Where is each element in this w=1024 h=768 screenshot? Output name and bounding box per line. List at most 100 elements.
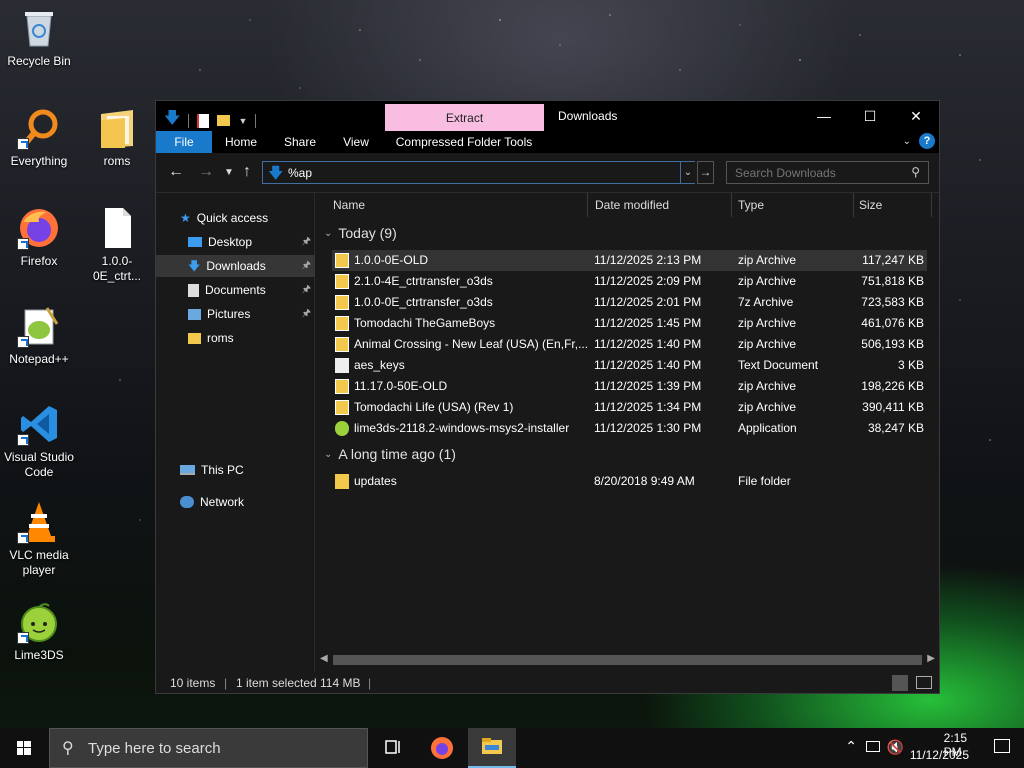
taskbar-search-box[interactable]: ⚲ Type here to search [49,728,368,768]
new-folder-icon[interactable] [217,115,231,126]
nav-item-label: Downloads [206,259,266,273]
file-explorer-window: 🡇 ▼ Extract Downloads — ☐ ✕ File Home Sh… [155,100,940,694]
nav-item-documents[interactable]: Documents 🖈 [188,279,315,301]
desktop-icon-file[interactable]: 1.0.0-0E_ctrt... [78,206,156,284]
close-button[interactable]: ✕ [893,101,939,131]
back-arrow-icon[interactable]: ← [168,163,184,181]
details-view-icon[interactable] [892,675,908,691]
scroll-right-icon[interactable]: ▶ [927,653,935,664]
column-header-date-modified[interactable]: Date modified [578,193,732,217]
tab-file[interactable]: File [156,131,212,153]
taskbar-file-explorer[interactable] [468,728,516,768]
desktop-icon-notepadpp[interactable]: Notepad++ [0,304,78,367]
column-header-size[interactable]: Size [854,193,932,217]
file-size: 751,818 KB [861,274,924,288]
properties-icon[interactable] [197,113,210,128]
search-input[interactable] [727,162,928,183]
file-name: Animal Crossing - New Leaf (USA) (En,Fr,… [354,337,589,351]
search-box[interactable]: ⚲ [726,161,929,184]
forward-arrow-icon[interactable]: → [198,163,214,181]
file-date: 11/12/2025 2:13 PM [594,253,702,267]
nav-item-network[interactable]: Network [180,491,310,513]
group-header-today[interactable]: ⌄ Today (9) [324,225,397,241]
table-row[interactable]: updates 8/20/2018 9:49 AM File folder [332,471,927,492]
go-arrow-icon[interactable]: → [697,161,714,184]
table-row[interactable]: 11.17.0-50E-OLD 11/12/2025 1:39 PM zip A… [332,376,927,397]
maximize-button[interactable]: ☐ [847,101,893,131]
nav-item-this-pc[interactable]: This PC [180,459,310,481]
tab-view[interactable]: View [338,131,374,153]
file-name: lime3ds-2118.2-windows-msys2-installer [354,421,570,435]
group-header-long-time-ago[interactable]: ⌄ A long time ago (1) [324,446,456,462]
tab-home[interactable]: Home [220,131,262,153]
address-input[interactable]: 🡇 %ap [262,161,681,184]
column-header-type[interactable]: Type [732,193,854,217]
expand-ribbon-icon[interactable]: ⌄ [903,136,911,147]
file-size: 461,076 KB [861,316,924,330]
star-icon: ★ [180,211,191,225]
address-dropdown-icon[interactable]: ⌄ [681,161,695,184]
table-row[interactable]: 1.0.0-0E-OLD 11/12/2025 2:13 PM zip Arch… [332,250,927,271]
customize-qat-icon[interactable]: ▼ [238,116,247,126]
scrollbar-thumb[interactable] [333,655,922,665]
file-size: 390,411 KB [862,400,924,414]
table-row[interactable]: 2.1.0-4E_ctrtransfer_o3ds 11/12/2025 2:0… [332,271,927,292]
help-icon[interactable]: ? [919,133,935,149]
file-explorer-icon [482,738,502,754]
horizontal-scrollbar[interactable]: ◀ ▶ [316,652,939,668]
desktop-icon-everything[interactable]: Everything [0,106,78,169]
table-row[interactable]: aes_keys 11/12/2025 1:40 PM Text Documen… [332,355,927,376]
clock-date[interactable]: 11/12/2025 [910,748,969,762]
file-size: 723,583 KB [861,295,924,309]
start-button[interactable] [0,728,48,768]
desktop-icon-roms[interactable]: roms [78,106,156,169]
file-date: 11/12/2025 1:34 PM [594,400,702,414]
minimize-button[interactable]: — [801,101,847,131]
notification-center-icon[interactable] [994,739,1010,753]
table-row[interactable]: 1.0.0-0E_ctrtransfer_o3ds 11/12/2025 2:0… [332,292,927,313]
desktop-icon-label: Lime3DS [14,648,64,662]
blank-file-icon [95,206,139,250]
pin-icon: 🖈 [301,284,311,295]
tab-share[interactable]: Share [280,131,320,153]
desktop-icon-vlc[interactable]: VLC media player [0,500,78,578]
desktop-icon-recycle-bin[interactable]: Recycle Bin [0,6,78,69]
folder-icon [95,106,139,150]
file-type: Text Document [738,358,819,372]
pin-icon: 🖈 [301,308,311,319]
vlc-icon [17,500,61,544]
table-row[interactable]: lime3ds-2118.2-windows-msys2-installer 1… [332,418,927,439]
desktop-icon-firefox[interactable]: Firefox [0,206,78,269]
file-date: 11/12/2025 2:01 PM [594,295,702,309]
up-arrow-icon[interactable]: ↑ [243,163,251,181]
explorer-body: ★ Quick access Desktop 🖈 🡇 Downloads 🖈 D… [156,193,939,672]
desktop-icon-lime3ds[interactable]: Lime3DS [0,600,78,663]
table-row[interactable]: Tomodachi TheGameBoys 11/12/2025 1:45 PM… [332,313,927,334]
table-row[interactable]: Tomodachi Life (USA) (Rev 1) 11/12/2025 … [332,397,927,418]
network-icon[interactable] [866,741,880,752]
shortcut-arrow-icon [17,632,29,644]
zip-icon [335,274,349,289]
task-view-button[interactable] [378,728,408,768]
tab-compressed-folder-tools[interactable]: Compressed Folder Tools [388,131,540,153]
nav-item-roms[interactable]: roms [188,327,315,349]
large-icons-view-icon[interactable] [916,676,932,689]
download-icon: 🡇 [188,259,201,273]
volume-muted-icon[interactable]: 🔇 [887,739,904,756]
recent-locations-icon[interactable]: ▼ [224,167,234,178]
taskbar-firefox[interactable] [420,728,464,768]
nav-item-pictures[interactable]: Pictures 🖈 [188,303,315,325]
7z-icon [335,295,349,310]
context-tab-extract[interactable]: Extract [385,104,544,132]
desktop-icon-vscode[interactable]: Visual Studio Code [0,402,78,480]
nav-item-desktop[interactable]: Desktop 🖈 [188,231,315,253]
scroll-left-icon[interactable]: ◀ [320,653,328,664]
chevron-up-icon[interactable]: ⌃ [845,738,857,755]
nav-item-downloads[interactable]: 🡇 Downloads 🖈 [156,255,315,277]
file-name: 2.1.0-4E_ctrtransfer_o3ds [354,274,493,288]
table-row[interactable]: Animal Crossing - New Leaf (USA) (En,Fr,… [332,334,927,355]
column-header-name[interactable]: Name [316,193,588,217]
taskbar: ⚲ Type here to search ⌃ 🔇 2:15 PM 11/12/… [0,728,1024,768]
shortcut-arrow-icon [17,336,29,348]
nav-item-quick-access[interactable]: ★ Quick access [180,207,310,229]
